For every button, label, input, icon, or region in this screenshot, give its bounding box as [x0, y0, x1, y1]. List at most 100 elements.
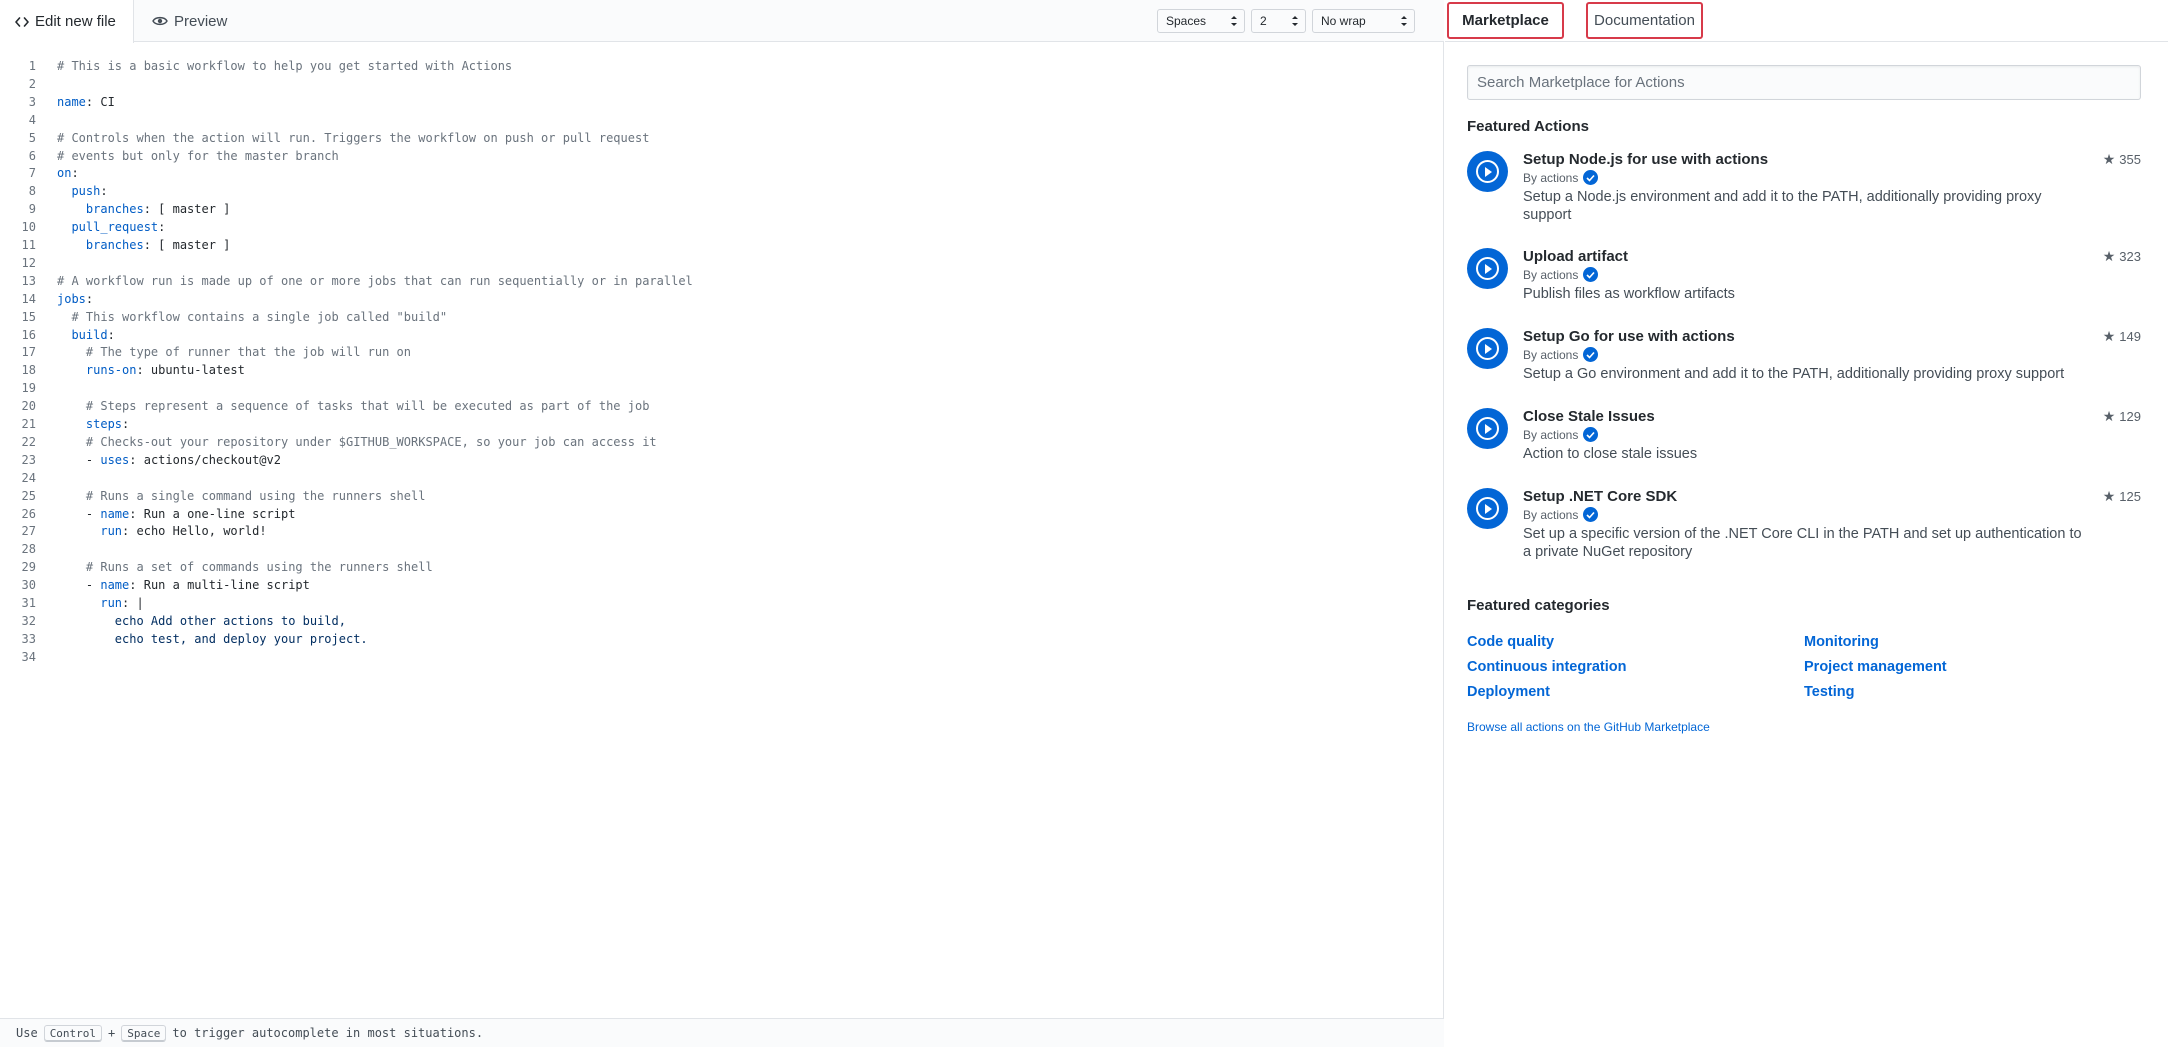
verified-icon: [1583, 347, 1599, 362]
line-number: 15: [21, 309, 36, 324]
select-caret-icon: [1292, 16, 1298, 26]
code-line: 27 run: echo Hello, world!: [0, 522, 1440, 540]
category-link[interactable]: Continuous integration: [1467, 659, 1626, 675]
indent-mode-value: Spaces: [1166, 14, 1207, 28]
line-number: 27: [21, 524, 36, 539]
code-line: 17 # The type of runner that the job wil…: [0, 343, 1440, 361]
line-number: 6: [28, 148, 36, 163]
code-line: 30 - name: Run a multi-line script: [0, 576, 1440, 594]
featured-categories-title: Featured categories: [1467, 597, 1610, 614]
line-number: 5: [28, 130, 36, 145]
code-line: 2: [0, 75, 1440, 93]
code-line: 8 push:: [0, 182, 1440, 200]
footer-suffix: to trigger autocomplete in most situatio…: [172, 1026, 484, 1040]
action-author-label: By actions: [1523, 170, 1579, 185]
code-line: 4: [0, 111, 1440, 129]
indent-mode-select[interactable]: Spaces: [1157, 9, 1245, 33]
action-name[interactable]: Setup Node.js for use with actions: [1523, 151, 1768, 168]
code-line: 23 - uses: actions/checkout@v2: [0, 451, 1440, 469]
tab-preview[interactable]: Preview: [137, 0, 242, 42]
code-line: 18 runs-on: ubuntu-latest: [0, 361, 1440, 379]
action-description: Setup a Node.js environment and add it t…: [1523, 189, 2042, 223]
category-link[interactable]: Monitoring: [1804, 634, 1879, 650]
code-icon: [15, 16, 29, 28]
line-content: # A workflow run is made up of one or mo…: [57, 273, 693, 288]
line-content: - name: Run a multi-line script: [57, 578, 310, 593]
action-name[interactable]: Setup .NET Core SDK: [1523, 488, 1677, 505]
action-stars-count: 129: [2119, 409, 2141, 424]
code-line: 32 echo Add other actions to build,: [0, 612, 1440, 630]
select-caret-icon: [1401, 16, 1407, 26]
action-author: By actions: [1523, 347, 1599, 362]
action-description: Setup a Go environment and add it to the…: [1523, 366, 2065, 382]
code-line: 15 # This workflow contains a single job…: [0, 308, 1440, 326]
wrap-mode-select[interactable]: No wrap: [1312, 9, 1415, 33]
action-stars: ★ 129: [2103, 408, 2141, 425]
line-number: 32: [21, 613, 36, 628]
indent-size-select[interactable]: 2: [1251, 9, 1306, 33]
line-number: 12: [21, 255, 36, 270]
action-author: By actions: [1523, 427, 1599, 442]
action-name[interactable]: Close Stale Issues: [1523, 408, 1655, 425]
code-line: 5 # Controls when the action will run. Tr…: [0, 129, 1440, 147]
action-play-icon: [1467, 328, 1508, 369]
code-line: 1 # This is a basic workflow to help you …: [0, 57, 1440, 75]
line-number: 29: [21, 560, 36, 575]
line-number: 8: [28, 184, 36, 199]
line-number: 24: [21, 470, 36, 485]
action-author-label: By actions: [1523, 347, 1579, 362]
line-content: # The type of runner that the job will r…: [57, 345, 412, 360]
action-stars: ★ 355: [2103, 151, 2141, 168]
action-author: By actions: [1523, 267, 1599, 282]
side-tabs: Marketplace Documentation: [1445, 0, 2168, 42]
kbd-control: Control: [43, 1024, 103, 1042]
category-link[interactable]: Code quality: [1467, 634, 1554, 650]
line-content: name: CI: [57, 94, 115, 109]
line-content: push:: [71, 184, 108, 199]
action-name[interactable]: Setup Go for use with actions: [1523, 328, 1735, 345]
action-play-icon: [1467, 248, 1508, 289]
code-line: 28: [0, 540, 1440, 558]
star-icon: ★: [2102, 488, 2116, 504]
browse-marketplace-link[interactable]: Browse all actions on the GitHub Marketp…: [1467, 720, 1710, 734]
line-number: 4: [28, 112, 36, 127]
code-line: 24: [0, 469, 1440, 487]
category-link[interactable]: Deployment: [1467, 684, 1550, 700]
tab-marketplace-label: Marketplace: [1462, 12, 1549, 29]
code-line: 9 branches: [ master ]: [0, 200, 1440, 218]
action-description: Set up a specific version of the .NET Co…: [1523, 526, 2082, 560]
line-number: 33: [21, 631, 36, 646]
line-number: 34: [21, 649, 36, 664]
code-line: 6 # events but only for the master branch: [0, 147, 1440, 165]
indent-size-value: 2: [1260, 14, 1267, 28]
verified-icon: [1583, 170, 1599, 185]
line-content: pull_request:: [71, 220, 166, 235]
line-content: - uses: actions/checkout@v2: [57, 452, 281, 467]
line-number: 17: [21, 345, 36, 360]
code-line: 11 branches: [ master ]: [0, 236, 1440, 254]
category-link[interactable]: Testing: [1804, 684, 1854, 700]
action-name[interactable]: Upload artifact: [1523, 248, 1628, 265]
action-play-icon: [1467, 408, 1508, 449]
action-play-icon: [1467, 488, 1508, 529]
tab-edit-new-file[interactable]: Edit new file: [0, 0, 134, 43]
eye-icon: [152, 15, 168, 27]
line-content: branches: [ master ]: [85, 238, 231, 252]
line-content: run: echo Hello, world!: [100, 524, 267, 539]
line-number: 1: [28, 59, 36, 73]
action-description: Publish files as workflow artifacts: [1523, 286, 1735, 302]
tab-preview-label: Preview: [174, 12, 228, 30]
select-caret-icon: [1231, 16, 1237, 26]
tab-edit-label: Edit new file: [35, 13, 116, 30]
line-number: 3: [28, 94, 36, 109]
featured-actions-title: Featured Actions: [1467, 118, 1589, 135]
search-input[interactable]: [1467, 65, 2141, 100]
action-stars-count: 149: [2119, 329, 2141, 344]
action-stars-count: 125: [2119, 489, 2141, 504]
code-line: 31 run: |: [0, 594, 1440, 612]
verified-icon: [1583, 427, 1599, 442]
category-link[interactable]: Project management: [1804, 659, 1947, 675]
tab-marketplace[interactable]: Marketplace: [1447, 2, 1564, 39]
tab-documentation[interactable]: Documentation: [1586, 2, 1703, 39]
action-author: By actions: [1523, 170, 1599, 185]
